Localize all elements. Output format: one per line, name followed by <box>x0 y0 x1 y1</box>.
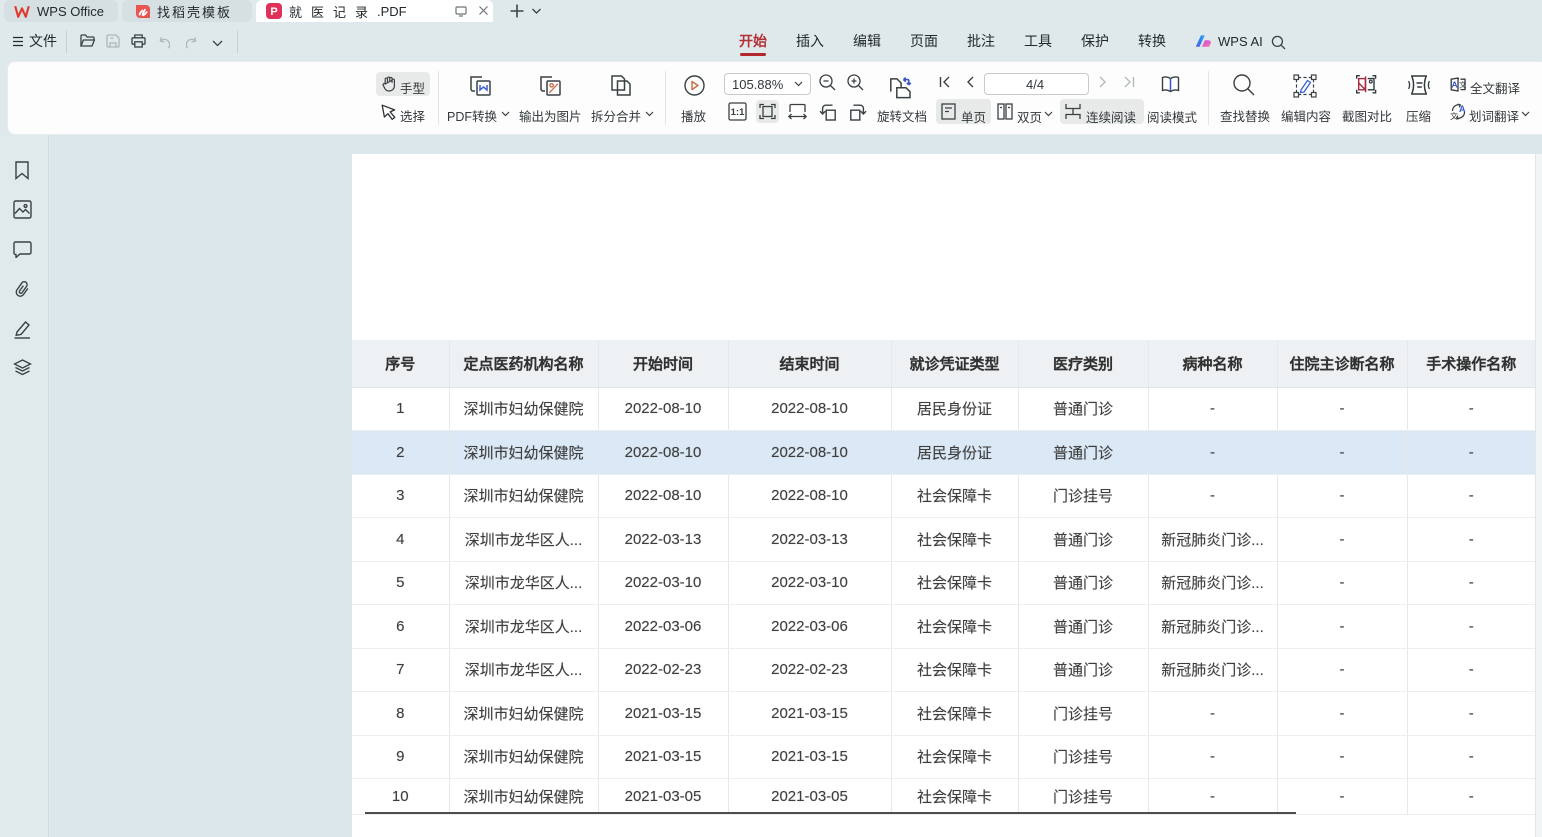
svg-text:P: P <box>270 6 277 18</box>
svg-text:A: A <box>1459 104 1466 114</box>
svg-text:1:1: 1:1 <box>731 107 745 118</box>
svg-text:A: A <box>1452 80 1458 90</box>
svg-text:文: 文 <box>1459 80 1466 90</box>
svg-text:文: 文 <box>1450 111 1458 120</box>
